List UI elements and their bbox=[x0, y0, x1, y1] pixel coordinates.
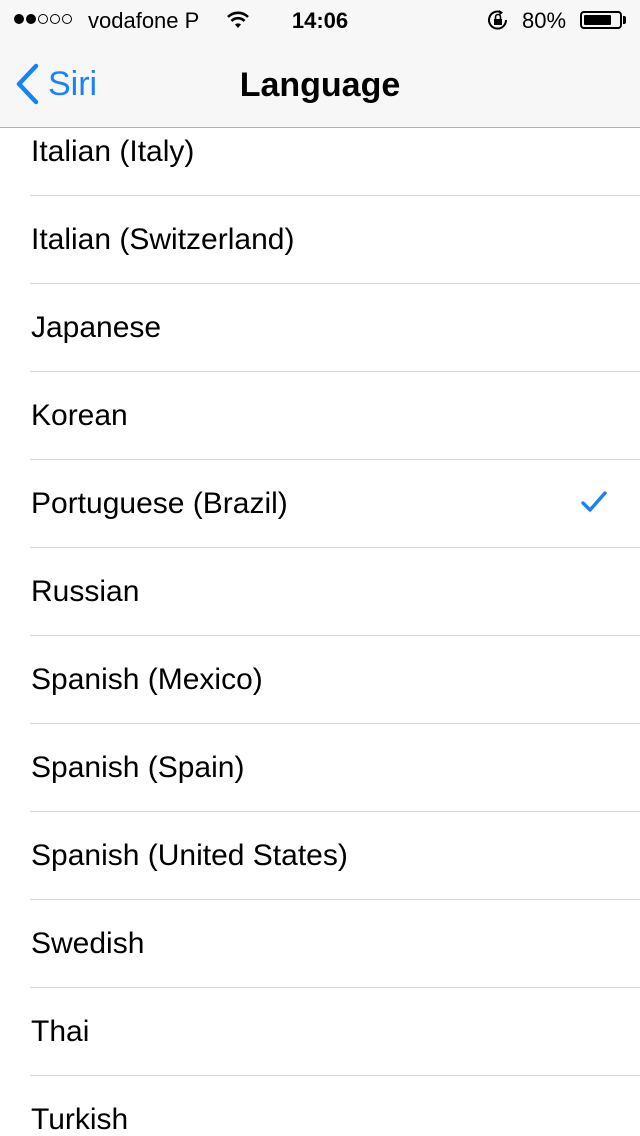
navigation-bar: Siri Language bbox=[0, 40, 640, 128]
language-row[interactable]: Swedish bbox=[0, 900, 640, 988]
language-label: Japanese bbox=[31, 311, 162, 344]
language-label: Korean bbox=[31, 399, 128, 432]
language-label: Italian (Switzerland) bbox=[31, 223, 295, 256]
rotation-lock-icon bbox=[486, 9, 510, 37]
language-row[interactable]: Spanish (Spain) bbox=[0, 724, 640, 812]
language-row[interactable]: Italian (Switzerland) bbox=[0, 196, 640, 284]
language-label: Russian bbox=[31, 575, 140, 608]
language-list: Italian (Italy) Italian (Switzerland) Japa… bbox=[0, 128, 640, 1136]
language-row[interactable]: Korean bbox=[0, 372, 640, 460]
battery-tip bbox=[623, 16, 626, 24]
language-row[interactable]: Spanish (Mexico) bbox=[0, 636, 640, 724]
battery-percent: 80% bbox=[522, 8, 567, 33]
language-label: Turkish bbox=[31, 1103, 129, 1136]
language-label: Spanish (United States) bbox=[31, 839, 348, 872]
page-title: Language bbox=[239, 66, 401, 104]
language-label: Italian (Italy) bbox=[31, 135, 195, 168]
checkmark-icon bbox=[580, 490, 608, 519]
language-row[interactable]: Portuguese (Brazil) bbox=[0, 460, 640, 548]
language-row[interactable]: Russian bbox=[0, 548, 640, 636]
language-row[interactable]: Spanish (United States) bbox=[0, 812, 640, 900]
language-label: Portuguese (Brazil) bbox=[31, 487, 288, 520]
language-label: Thai bbox=[31, 1015, 90, 1048]
language-label: Spanish (Mexico) bbox=[31, 663, 263, 696]
language-row[interactable]: Turkish bbox=[0, 1076, 640, 1136]
language-row[interactable]: Japanese bbox=[0, 284, 640, 372]
language-label: Swedish bbox=[31, 927, 145, 960]
status-bar: vodafone P 14:06 80% bbox=[0, 0, 640, 40]
battery-icon bbox=[580, 11, 622, 29]
language-row[interactable]: Italian (Italy) bbox=[0, 128, 640, 196]
language-list-rows: Italian (Italy) Italian (Switzerland) Japa… bbox=[0, 128, 640, 1136]
language-row[interactable]: Thai bbox=[0, 988, 640, 1076]
language-label: Spanish (Spain) bbox=[31, 751, 245, 784]
